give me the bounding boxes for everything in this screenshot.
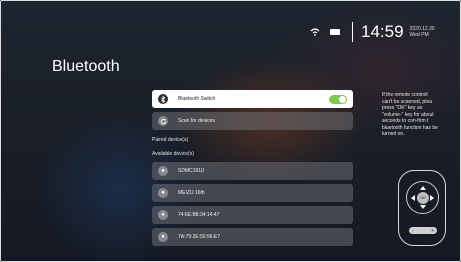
clock-date: 2020.12.30 Wed PM [410,26,435,38]
device-icon: ● [158,166,168,176]
remote-illustration: OK - + [398,170,446,246]
device-row[interactable]: ● 74:6E:B8:34:14:47 [152,206,353,224]
scan-devices-row[interactable]: Scan for devices [152,112,353,130]
device-row[interactable]: ● SDMC1910 [152,162,353,180]
bluetooth-switch-label: Bluetooth Switch [178,96,216,102]
refresh-icon [158,116,168,126]
device-row[interactable]: ● 7A:79:2E:50:96:E7 [152,228,353,246]
scan-devices-label: Scan for devices [178,118,215,124]
arrow-right-icon [430,195,437,201]
wifi-icon [310,28,320,36]
device-name: 7A:79:2E:50:96:E7 [178,234,220,240]
available-devices-heading: Available device(s) [152,151,194,157]
device-row[interactable]: ● MEIZU 16th [152,184,353,202]
clock-time: 14:59 [361,22,404,41]
arrow-left-icon [408,195,415,201]
device-name: SDMC1910 [178,168,204,174]
dpad-icon: OK [406,181,439,214]
volume-minus-key: - [412,227,414,234]
status-bar: 14:59 2020.12.30 Wed PM [310,22,435,42]
bluetooth-toggle[interactable] [329,94,347,104]
device-name: 74:6E:B8:34:14:47 [178,212,220,218]
bluetooth-switch-row[interactable]: Bluetooth Switch [152,90,353,108]
volume-plus-key: + [431,227,434,234]
help-line: turned on. [382,131,405,137]
status-divider [352,22,353,42]
device-name: MEIZU 16th [178,190,205,196]
device-icon: ● [158,232,168,242]
page-title: Bluetooth [52,58,120,75]
arrow-up-icon [420,183,426,190]
device-icon: ● [158,210,168,220]
paired-devices-heading: Paired device(s) [152,137,189,143]
battery-icon [330,29,340,35]
device-icon: ● [158,188,168,198]
volume-keys: - + [409,227,437,234]
help-text: If the remote controll can't be scanned,… [382,92,461,138]
arrow-down-icon [420,205,426,212]
bluetooth-settings-list: Bluetooth Switch Scan for devices Paired… [152,90,353,250]
bluetooth-icon [158,94,168,104]
ok-key: OK [417,192,429,204]
weekday-line: Wed PM [409,32,429,38]
